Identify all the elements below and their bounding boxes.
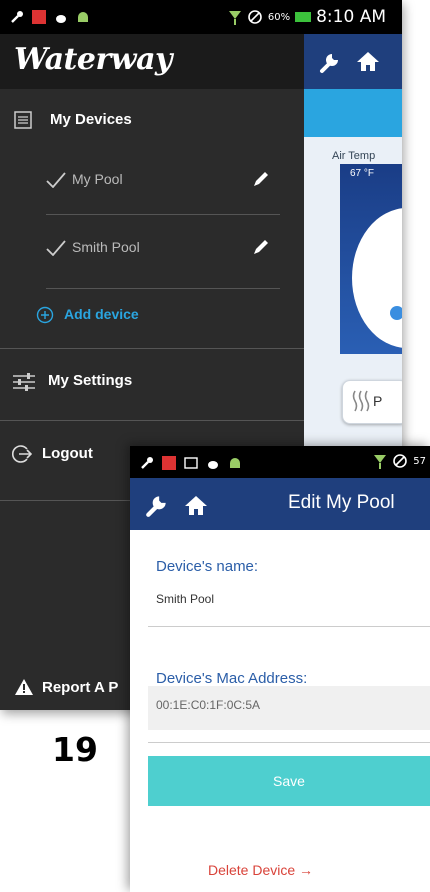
teapot-icon	[208, 461, 218, 469]
battery-percent: 60%	[267, 11, 291, 23]
air-temp-panel: 67 °F	[340, 164, 402, 354]
image-icon	[184, 457, 198, 469]
notification-icons	[10, 8, 90, 26]
my-settings-label: My Settings	[48, 372, 133, 389]
logout-label: Logout	[42, 445, 93, 462]
temp-dial	[352, 208, 402, 348]
sliders-icon	[13, 373, 35, 391]
status-bar: 57	[130, 446, 430, 478]
heat-waves-icon	[352, 390, 370, 412]
save-button[interactable]: Save	[148, 756, 430, 806]
status-right: 57	[373, 453, 426, 469]
battery-icon	[295, 12, 312, 22]
no-disturb-icon	[248, 10, 262, 24]
battery-percent: 57	[413, 455, 426, 467]
drawer-item-my-settings[interactable]: My Settings	[0, 350, 304, 420]
alert-icon	[32, 10, 46, 24]
air-temp-value: 67 °F	[350, 168, 375, 179]
add-device-label: Add device	[64, 306, 139, 322]
check-icon	[46, 172, 66, 188]
warning-icon	[15, 679, 33, 695]
status-right: 60% 8:10 AM	[228, 7, 386, 27]
brand-logo: Waterway	[14, 42, 172, 77]
divider	[46, 214, 280, 215]
edit-pencil-icon[interactable]	[252, 238, 270, 256]
delete-device-link[interactable]: Delete Device →	[208, 862, 313, 878]
mac-address-value: 00:1E:C0:1F:0C:5A	[156, 698, 261, 712]
home-icon[interactable]	[356, 50, 380, 72]
page-title: Edit My Pool	[288, 492, 395, 513]
add-device-button[interactable]: Add device	[0, 296, 304, 340]
signal-icon	[374, 455, 387, 469]
chip-label: P	[373, 393, 383, 409]
page-number: 19	[52, 730, 98, 769]
divider	[148, 626, 430, 627]
drawer-header: Waterway	[0, 34, 304, 89]
plus-circle-icon	[36, 306, 54, 324]
device-item[interactable]: Smith Pool	[0, 222, 304, 276]
wrench-icon[interactable]	[144, 492, 170, 518]
divider	[46, 288, 280, 289]
heater-chip[interactable]: P	[342, 380, 402, 424]
device-name-field[interactable]: Smith Pool	[156, 592, 214, 606]
divider	[148, 742, 430, 743]
divider	[0, 420, 304, 421]
wrench-icon	[141, 457, 153, 469]
air-temp-label: Air Temp	[332, 150, 376, 162]
drawer-item-my-devices[interactable]: My Devices	[0, 89, 304, 149]
check-icon	[46, 240, 66, 256]
logout-icon	[12, 445, 32, 463]
wrench-icon	[11, 11, 23, 23]
teapot-icon	[56, 15, 66, 23]
main-banner	[304, 89, 402, 137]
report-label: Report A P	[42, 679, 119, 696]
list-icon	[14, 111, 32, 129]
android-icon	[230, 458, 240, 468]
main-topbar	[304, 34, 402, 89]
mac-address-label: Device's Mac Address:	[156, 670, 308, 687]
my-devices-label: My Devices	[50, 111, 132, 128]
notification-icons	[140, 454, 242, 472]
no-disturb-icon	[393, 454, 408, 468]
device-name: Smith Pool	[72, 239, 140, 255]
android-icon	[78, 12, 88, 22]
edit-pencil-icon[interactable]	[252, 170, 270, 188]
edit-device-screenshot: 57 Edit My Pool Device's name: Smith Poo…	[130, 446, 430, 892]
device-item[interactable]: My Pool	[0, 154, 304, 208]
device-name: My Pool	[72, 171, 123, 187]
mac-address-field: 00:1E:C0:1F:0C:5A	[148, 686, 430, 730]
status-time: 8:10 AM	[316, 7, 386, 27]
divider	[0, 348, 304, 349]
alert-icon	[162, 456, 176, 470]
edit-topbar: Edit My Pool	[130, 478, 430, 530]
home-icon[interactable]	[184, 494, 208, 516]
device-name-label: Device's name:	[156, 558, 259, 575]
droplet-icon	[390, 306, 402, 320]
signal-icon	[228, 11, 241, 25]
wrench-icon[interactable]	[318, 50, 342, 74]
status-bar: 60% 8:10 AM	[0, 0, 402, 34]
